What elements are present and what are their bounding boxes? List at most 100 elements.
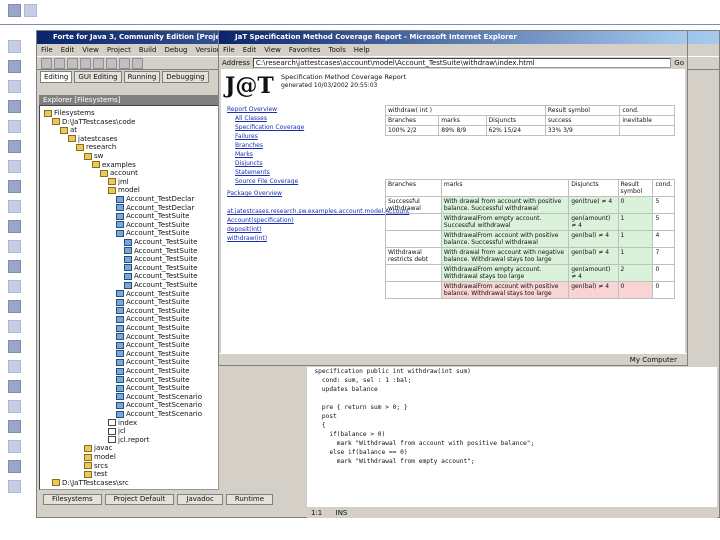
- deco-square: [8, 200, 21, 213]
- summary-table: withdraw( int ) Result symbol cond. Bran…: [384, 105, 675, 136]
- run-icon[interactable]: [132, 58, 143, 69]
- summary-value: 33% 3/9: [544, 125, 621, 136]
- report-nav-link[interactable]: Failures: [227, 132, 377, 141]
- report-heading: Specification Method Coverage Report: [281, 73, 406, 81]
- mark-cell: WithdrawalFrom account with positive bal…: [440, 230, 570, 248]
- new-icon[interactable]: [41, 58, 52, 69]
- coverage-row: Withdrawal restricts debt With drawal fro…: [385, 247, 675, 265]
- java-class-icon: [124, 281, 132, 289]
- java-class-icon: [116, 410, 124, 418]
- address-bar: Address C:\research\jattestcases\account…: [219, 56, 687, 68]
- menu-item[interactable]: File: [37, 46, 57, 54]
- tree-node[interactable]: D:\JaTTestcases\src: [52, 478, 129, 488]
- tree-node[interactable]: jcl.report: [108, 435, 149, 445]
- report-nav-link[interactable]: Report Overview: [227, 105, 377, 114]
- deco-square: [8, 400, 21, 413]
- workspace-tab[interactable]: Debugging: [162, 71, 209, 83]
- report-nav-link[interactable]: All Classes: [227, 114, 377, 123]
- java-class-icon: [124, 272, 132, 280]
- spec-method-link[interactable]: Account(specification): [227, 216, 387, 225]
- method-link-deposit[interactable]: deposit(int): [227, 225, 387, 234]
- explorer-tab[interactable]: Project Default: [104, 494, 175, 505]
- method-name: withdraw( int ): [385, 105, 546, 116]
- tree-node-label: jcl.report: [118, 435, 150, 444]
- address-input[interactable]: C:\research\jattestcases\account\model\A…: [252, 57, 672, 68]
- deco-square: [8, 440, 21, 453]
- deco-square: [8, 320, 21, 333]
- report-nav-link[interactable]: Branches: [227, 141, 377, 150]
- result-cell: 1: [617, 213, 654, 231]
- code-line: specification public int withdraw(int su…: [307, 368, 471, 375]
- deco-square: [8, 140, 21, 153]
- workspace-tab[interactable]: GUI Editing: [74, 71, 122, 83]
- folder-icon: [84, 453, 92, 461]
- workspace-tab[interactable]: Running: [123, 71, 161, 83]
- menu-item[interactable]: Tools: [325, 46, 350, 54]
- branch-cell: [385, 264, 442, 282]
- method-link-withdraw[interactable]: withdraw(int): [227, 234, 387, 243]
- menu-item[interactable]: View: [78, 46, 103, 54]
- report-nav-link[interactable]: Disjuncts: [227, 159, 377, 168]
- workspace-tab[interactable]: Editing: [40, 71, 73, 83]
- paste-icon[interactable]: [106, 58, 117, 69]
- report-nav-link[interactable]: Specification Coverage: [227, 123, 377, 132]
- count-cell: 5: [652, 196, 675, 214]
- folder-icon: [92, 161, 100, 169]
- explorer-tab[interactable]: Javadoc: [177, 494, 223, 505]
- cond-cell: gen(amount) ≠ 4: [568, 264, 619, 282]
- explorer-tab[interactable]: Filesystems: [43, 494, 102, 505]
- folder-icon: [108, 186, 116, 194]
- address-label: Address: [222, 58, 250, 67]
- result-cell: 1: [617, 230, 654, 248]
- report-nav-link[interactable]: Source File Coverage: [227, 177, 377, 186]
- menu-item[interactable]: View: [260, 46, 285, 54]
- copy-icon[interactable]: [93, 58, 104, 69]
- deco-square: [8, 380, 21, 393]
- save-icon[interactable]: [67, 58, 78, 69]
- coverage-row: WithdrawalFrom empty account. Successful…: [385, 213, 675, 231]
- code-line: post: [307, 413, 337, 420]
- code-line: else if(balance == 0): [307, 449, 408, 456]
- package-path-link[interactable]: at.jatestcases.research.sw.examples.acco…: [227, 207, 409, 216]
- tree-node-label: Account_TestScenario: [126, 410, 202, 418]
- code-line: pre { return sum > 0; }: [307, 404, 408, 411]
- go-button[interactable]: Go: [674, 59, 684, 67]
- source-editor[interactable]: specification public int withdraw(int su…: [307, 367, 717, 507]
- report-nav-link[interactable]: Statements: [227, 168, 377, 177]
- coverage-row: WithdrawalFrom account with positive bal…: [385, 230, 675, 248]
- open-icon[interactable]: [54, 58, 65, 69]
- cond-cell: gen(true) ≠ 4: [568, 196, 619, 214]
- deco-square: [8, 340, 21, 353]
- menu-item[interactable]: Build: [135, 46, 161, 54]
- package-overview-link[interactable]: Package Overview: [227, 189, 282, 198]
- branch-cell: Successful withdrawal: [385, 196, 442, 214]
- deco-square: [8, 300, 21, 313]
- browser-titlebar: JaT Specification Method Coverage Report…: [219, 31, 687, 44]
- result-value: inevitable: [619, 115, 675, 126]
- cond-cell: gen(bal) ≠ 4: [568, 230, 619, 248]
- file-icon: [108, 427, 116, 435]
- report-nav: Report Overview All Classes Specification …: [227, 105, 377, 186]
- cut-icon[interactable]: [80, 58, 91, 69]
- zone-status: My Computer: [629, 356, 677, 364]
- folder-icon: [84, 470, 92, 478]
- menu-item[interactable]: Edit: [57, 46, 79, 54]
- menu-item[interactable]: Project: [103, 46, 135, 54]
- menu-item[interactable]: Favorites: [285, 46, 325, 54]
- java-class-icon: [124, 255, 132, 263]
- java-class-icon: [116, 212, 124, 220]
- menu-item[interactable]: File: [219, 46, 239, 54]
- result-cell: 0: [617, 196, 654, 214]
- menu-item[interactable]: Help: [350, 46, 374, 54]
- menu-item[interactable]: Edit: [239, 46, 261, 54]
- browser-content: J@T Specification Method Coverage Report…: [221, 69, 685, 353]
- folder-icon: [44, 109, 52, 117]
- mark-cell: WithdrawalFrom empty account. Withdrawal…: [440, 264, 570, 282]
- compile-icon[interactable]: [119, 58, 130, 69]
- deco-square: [8, 460, 21, 473]
- java-class-icon: [116, 221, 124, 229]
- menu-item[interactable]: Debug: [160, 46, 191, 54]
- report-nav-link[interactable]: Marks: [227, 150, 377, 159]
- cond-header: cond.: [619, 105, 675, 116]
- explorer-tab[interactable]: Runtime: [225, 494, 274, 505]
